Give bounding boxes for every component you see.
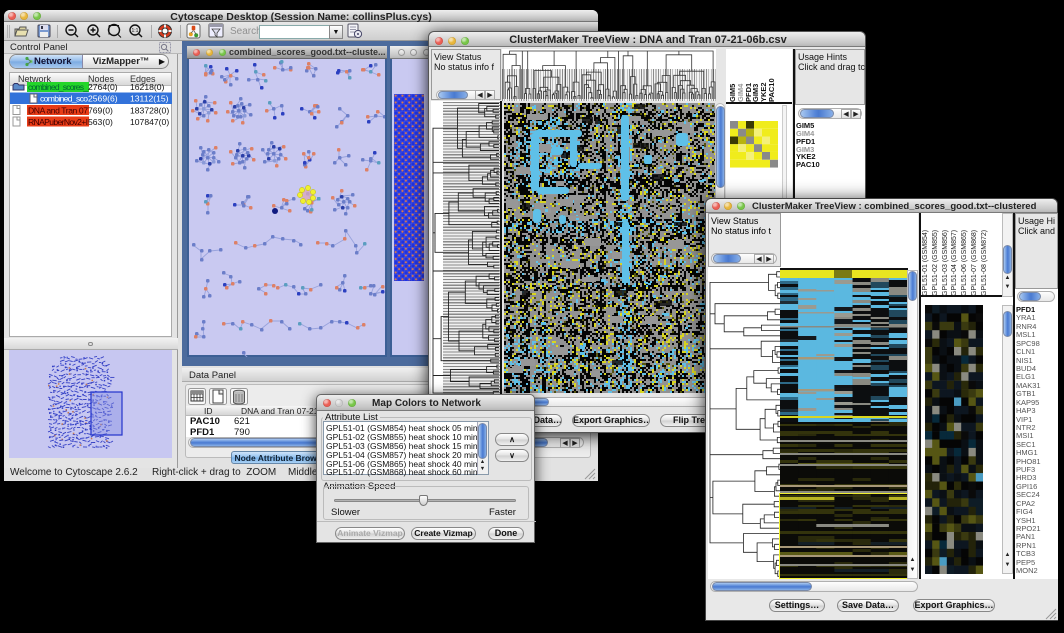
svg-text:combined_sco: combined_sco <box>40 94 88 104</box>
svg-text:769(0): 769(0) <box>88 106 113 116</box>
svg-text:combined_scores_: combined_scores_ <box>28 82 88 92</box>
svg-text:16218(0): 16218(0) <box>130 82 165 92</box>
svg-text:107847(0): 107847(0) <box>130 117 169 127</box>
svg-text:RNAPuberNov2+I: RNAPuberNov2+I <box>28 117 88 127</box>
svg-text:2569(6): 2569(6) <box>88 94 118 104</box>
svg-text:563(0): 563(0) <box>88 117 113 127</box>
svg-text:2764(0): 2764(0) <box>88 82 118 92</box>
svg-text:13112(15): 13112(15) <box>130 94 169 104</box>
svg-text:183728(0): 183728(0) <box>130 106 169 116</box>
svg-text:1:1: 1:1 <box>132 28 139 34</box>
svg-text:DNA and Tran 07: DNA and Tran 07 <box>28 106 88 116</box>
